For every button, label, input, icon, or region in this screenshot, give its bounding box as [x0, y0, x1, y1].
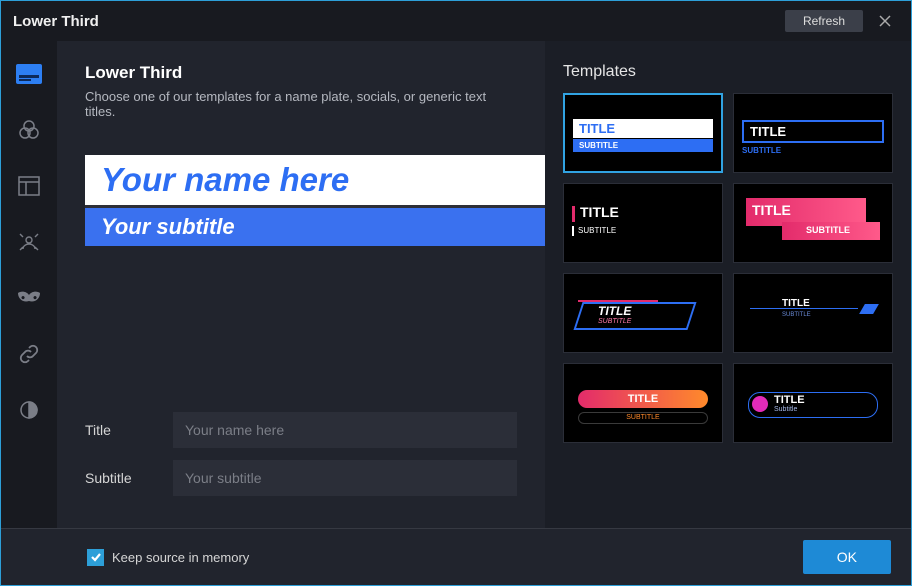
content-heading: Lower Third: [85, 63, 517, 83]
check-icon: [90, 551, 102, 563]
keep-source-label: Keep source in memory: [112, 550, 249, 565]
template-subtitle: SUBTITLE: [578, 412, 708, 424]
keep-source-checkbox[interactable]: [87, 549, 104, 566]
contrast-icon: [19, 400, 39, 420]
template-title: TITLE: [774, 394, 805, 406]
template-item[interactable]: TITLE SUBTITLE: [563, 273, 723, 353]
template-item[interactable]: TITLE SUBTITLE: [563, 93, 723, 173]
template-subtitle: SUBTITLE: [578, 226, 616, 235]
window-title: Lower Third: [13, 13, 99, 30]
template-title: TITLE: [782, 298, 810, 309]
titlebar: Lower Third Refresh: [1, 1, 911, 41]
template-subtitle: SUBTITLE: [598, 318, 631, 325]
ok-button[interactable]: OK: [803, 540, 891, 574]
template-title: TITLE: [580, 204, 619, 220]
sidebar-item-lower-third[interactable]: [14, 59, 44, 89]
form: Title Subtitle: [85, 412, 517, 508]
color-correction-icon: [18, 119, 40, 141]
template-item[interactable]: TITLE SUBTITLE: [733, 273, 893, 353]
mask-icon: [16, 291, 42, 305]
sidebar: [1, 41, 57, 528]
sidebar-item-link[interactable]: [14, 339, 44, 369]
close-icon: [878, 14, 892, 28]
content-pane: Lower Third Choose one of our templates …: [57, 41, 545, 528]
close-button[interactable]: [871, 7, 899, 35]
footer: Keep source in memory OK: [1, 528, 911, 585]
templates-heading: Templates: [563, 63, 893, 81]
template-item[interactable]: TITLE Subtitle: [733, 363, 893, 443]
sidebar-item-mask[interactable]: [14, 283, 44, 313]
template-title: TITLE: [573, 119, 713, 138]
subtitle-label: Subtitle: [85, 470, 173, 486]
subtitle-input[interactable]: [173, 460, 517, 496]
template-subtitle: SUBTITLE: [806, 225, 850, 235]
templates-pane: Templates TITLE SUBTITLE TITLE SUBTITLE …: [545, 41, 911, 528]
template-item[interactable]: TITLE SUBTITLE: [563, 363, 723, 443]
preview-subtitle: Your subtitle: [85, 208, 551, 246]
template-subtitle: SUBTITLE: [573, 139, 713, 152]
window: Lower Third Refresh: [0, 0, 912, 586]
lower-third-icon: [16, 64, 42, 84]
preview: Your name here Your subtitle: [85, 155, 551, 246]
template-title: TITLE: [752, 202, 791, 218]
preview-title: Your name here: [85, 155, 551, 208]
content-description: Choose one of our templates for a name p…: [85, 89, 517, 119]
template-title: TITLE: [750, 124, 786, 139]
refresh-button[interactable]: Refresh: [785, 10, 863, 32]
template-subtitle: Subtitle: [774, 406, 797, 413]
title-input[interactable]: [173, 412, 517, 448]
sidebar-item-color[interactable]: [14, 115, 44, 145]
layout-icon: [18, 176, 40, 196]
template-subtitle: SUBTITLE: [782, 312, 811, 318]
template-title: TITLE: [578, 390, 708, 408]
sidebar-item-contrast[interactable]: [14, 395, 44, 425]
template-item[interactable]: TITLE SUBTITLE: [563, 183, 723, 263]
title-label: Title: [85, 422, 173, 438]
link-icon: [18, 343, 40, 365]
sidebar-item-layout[interactable]: [14, 171, 44, 201]
template-item[interactable]: TITLE SUBTITLE: [733, 183, 893, 263]
sidebar-item-virtual-bg[interactable]: [14, 227, 44, 257]
virtual-bg-icon: [18, 231, 40, 253]
template-title: TITLE: [598, 304, 631, 318]
template-item[interactable]: TITLE SUBTITLE: [733, 93, 893, 173]
template-subtitle: SUBTITLE: [742, 146, 781, 155]
